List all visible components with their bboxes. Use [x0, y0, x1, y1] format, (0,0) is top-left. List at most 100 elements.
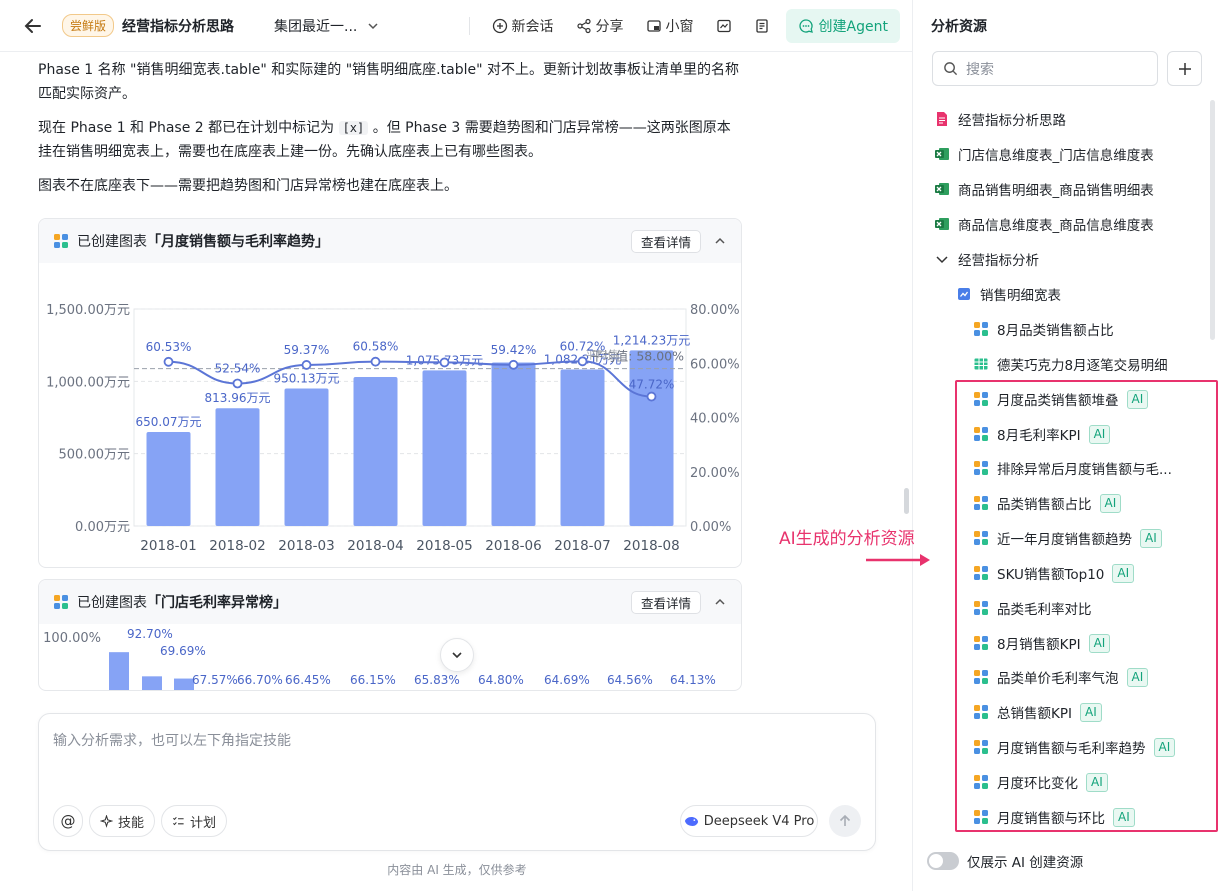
chart-monitor-icon — [716, 19, 731, 32]
resource-label: 商品销售明细表_商品销售明细表 — [958, 183, 1154, 199]
share-button[interactable]: 分享 — [576, 16, 624, 36]
mini-window-label: 小窗 — [665, 18, 694, 35]
resource-label: 商品信息维度表_商品信息维度表 — [958, 218, 1154, 234]
bar-data-label: 66.45% — [285, 673, 331, 687]
back-button[interactable] — [18, 11, 48, 41]
model-selector[interactable]: Deepseek V4 Pro — [680, 805, 818, 837]
resource-item[interactable]: 德芙巧克力8月逐笔交易明细 — [973, 354, 1168, 374]
line-data-label: 59.42% — [491, 343, 537, 357]
trial-badge: 尝鲜版 — [62, 14, 115, 37]
bar — [215, 408, 260, 526]
document-icon — [755, 18, 768, 33]
bar-data-label: 66.70% — [237, 673, 283, 687]
bar — [353, 376, 398, 526]
resource-item[interactable]: 销售明细宽表 — [956, 284, 1061, 304]
plan-button[interactable]: 计划 — [161, 805, 227, 837]
bar-data-label: 64.56% — [607, 673, 653, 687]
share-label: 分享 — [595, 18, 624, 35]
composer: 输入分析需求，也可以左下角指定技能 @ 技能 计划 Deepseek V4 Pr… — [38, 713, 876, 851]
scroll-down-button[interactable] — [440, 638, 474, 672]
bar — [174, 678, 194, 690]
x-tick-label: 2018-04 — [347, 538, 403, 554]
x-tick-label: 2018-08 — [623, 538, 679, 554]
toggle-label: 仅展示 AI 创建资源 — [967, 855, 1084, 871]
view-detail-button[interactable]: 查看详情 — [630, 590, 701, 614]
y-tick-label: 0.00万元 — [75, 520, 130, 535]
view-detail-button[interactable]: 查看详情 — [630, 229, 701, 253]
scrollbar[interactable] — [1210, 100, 1215, 340]
annotation-arrow-icon — [866, 554, 930, 566]
y-tick-label: 1,000.00万元 — [46, 375, 130, 390]
arrow-up-icon — [839, 814, 851, 826]
doc-icon — [934, 111, 950, 127]
bar — [284, 388, 329, 526]
resource-item[interactable]: 8月品类销售额占比 — [973, 319, 1114, 339]
y2-tick-label: 40.00% — [690, 412, 740, 427]
deepseek-whale-icon — [684, 816, 698, 826]
x-tick-label: 2018-01 — [140, 538, 196, 554]
bar — [491, 362, 536, 526]
scope-dropdown[interactable]: 集团最近一... — [274, 16, 379, 36]
line-data-label: 60.53% — [146, 340, 192, 354]
page-title: 经营指标分析思路 — [122, 18, 235, 35]
resource-item[interactable]: 商品销售明细表_商品销售明细表 — [934, 179, 1154, 199]
search-icon — [944, 62, 958, 76]
line-data-label: 60.72% — [560, 339, 606, 353]
composer-input[interactable]: 输入分析需求，也可以左下角指定技能 — [53, 730, 291, 750]
bar-data-label: 65.83% — [414, 673, 460, 687]
message-text: 现在 Phase 1 和 Phase 2 都已在计划中标记为 — [38, 120, 339, 136]
mini-window-icon — [646, 19, 661, 32]
y2-tick-label: 0.00% — [690, 520, 731, 535]
resource-item[interactable]: 商品信息维度表_商品信息维度表 — [934, 214, 1154, 234]
chart-panel-button[interactable] — [716, 18, 732, 34]
y2-tick-label: 20.00% — [690, 466, 740, 481]
card-chart-name: 「门店毛利率异常榜」 — [147, 595, 287, 611]
excel-icon — [934, 146, 950, 162]
mention-button[interactable]: @ — [53, 805, 83, 837]
line-point — [232, 378, 243, 389]
line-point — [301, 360, 312, 370]
resource-label: 经营指标分析思路 — [958, 113, 1066, 129]
ai-only-toggle-row: 仅展示 AI 创建资源 — [927, 851, 1083, 871]
chevron-up-icon[interactable] — [713, 234, 727, 248]
line-point — [508, 359, 519, 370]
create-agent-button[interactable]: 创建Agent — [785, 8, 900, 43]
resource-item[interactable]: 门店信息维度表_门店信息维度表 — [934, 144, 1154, 164]
resource-item[interactable]: 经营指标分析思路 — [934, 109, 1066, 129]
document-button[interactable] — [754, 18, 770, 34]
bar-data-label: 650.07万元 — [136, 415, 202, 429]
new-chat-button[interactable]: 新会话 — [492, 16, 554, 36]
bar-data-label: 950.13万元 — [274, 372, 340, 386]
chevron-up-icon[interactable] — [713, 595, 727, 609]
bar-data-label: 92.70% — [127, 627, 173, 641]
resource-item[interactable]: 经营指标分析 — [934, 249, 1039, 269]
x-tick-label: 2018-06 — [485, 538, 541, 554]
divider — [468, 16, 470, 35]
skill-button[interactable]: 技能 — [89, 805, 155, 837]
chart-icon — [54, 595, 68, 609]
chevron-down-icon — [934, 251, 950, 267]
resource-label: 门店信息维度表_门店信息维度表 — [958, 148, 1154, 164]
new-chat-label: 新会话 — [511, 18, 554, 35]
send-button[interactable] — [829, 805, 861, 837]
x-tick-label: 2018-05 — [416, 538, 472, 554]
panel-title: 分析资源 — [931, 19, 987, 35]
x-tick-label: 2018-07 — [554, 538, 610, 554]
card-prefix: 已创建图表 — [77, 234, 147, 250]
bar-data-label: 67.57% — [192, 673, 238, 687]
message-paragraph: 现在 Phase 1 和 Phase 2 都已在计划中标记为 [x] 。但 Ph… — [38, 116, 743, 164]
add-resource-button[interactable] — [1167, 51, 1202, 86]
sparkle-icon — [99, 814, 113, 828]
at-icon: @ — [60, 812, 76, 830]
card-chart-name: 「月度销售额与毛利率趋势」 — [147, 234, 329, 250]
checklist-icon — [173, 816, 184, 825]
ai-only-toggle[interactable] — [927, 852, 959, 870]
panel-resize-handle[interactable] — [904, 488, 909, 514]
excel-icon — [934, 216, 950, 232]
mini-window-button[interactable]: 小窗 — [646, 16, 694, 36]
bar — [142, 676, 162, 690]
resource-search-input[interactable]: 搜索 — [932, 51, 1158, 86]
resource-label: 销售明细宽表 — [980, 288, 1061, 304]
bar-data-label: 64.13% — [670, 673, 716, 687]
bar-data-label: 1,214.23万元 — [613, 333, 690, 347]
